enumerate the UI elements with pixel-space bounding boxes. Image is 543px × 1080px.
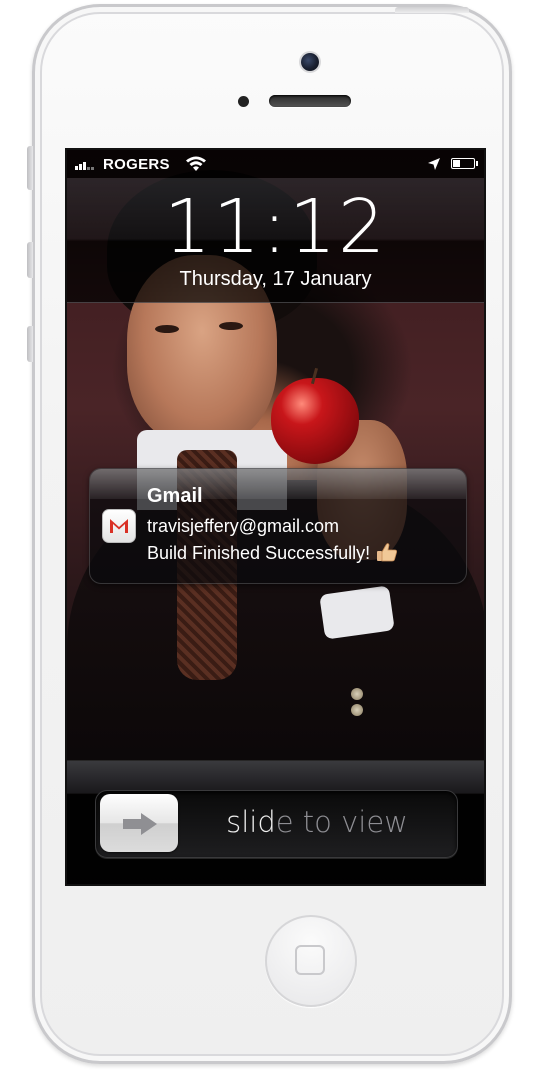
- apple-stem: [310, 367, 319, 385]
- status-bar: ROGERS: [67, 150, 484, 178]
- notification-message: Build Finished Successfully!: [147, 543, 371, 563]
- wallpaper-cuff: [319, 585, 395, 640]
- wallpaper-apple: [271, 367, 359, 464]
- slide-label-rest: e to view: [275, 805, 408, 839]
- notification-banner[interactable]: Gmail travisjeffery@gmail.com Build Fini…: [89, 468, 467, 584]
- carrier-name: ROGERS: [103, 156, 170, 173]
- slide-to-view-label: slide to view: [197, 805, 437, 839]
- clock-band: 11:12 Thursday, 17 January: [67, 178, 484, 303]
- arrow-right-icon: [123, 813, 157, 835]
- lock-screen: ROGERS 11:12 Thursday, 17 January Gmail …: [65, 148, 486, 886]
- volume-up-button[interactable]: [27, 242, 33, 278]
- wallpaper-suit-button: [351, 688, 363, 700]
- gmail-icon: [102, 509, 136, 543]
- lock-clock: 11:12: [163, 184, 388, 270]
- slide-label-highlight: slid: [226, 805, 276, 839]
- location-arrow-icon: [428, 158, 440, 170]
- notification-sender: travisjeffery@gmail.com: [147, 516, 339, 536]
- wallpaper-eye-right: [219, 322, 243, 330]
- home-square-icon: [295, 945, 325, 975]
- notification-message-row: Build Finished Successfully!: [147, 542, 398, 564]
- signal-strength-icon: [75, 158, 94, 170]
- unlock-slider-knob[interactable]: [100, 794, 178, 852]
- battery-icon: [451, 158, 478, 169]
- wifi-icon: [186, 156, 206, 171]
- earpiece-speaker: [269, 95, 351, 107]
- notification-app-name: Gmail: [147, 485, 203, 507]
- thumbs-up-icon: [377, 543, 398, 562]
- wallpaper-eye-left: [155, 325, 179, 333]
- battery-level: [453, 160, 460, 167]
- volume-down-button[interactable]: [27, 326, 33, 362]
- wallpaper-suit-button: [351, 704, 363, 716]
- proximity-sensor: [238, 96, 249, 107]
- mute-switch[interactable]: [27, 146, 33, 190]
- front-camera: [301, 53, 319, 71]
- lock-date: Thursday, 17 January: [179, 268, 372, 290]
- sleep-wake-button[interactable]: [395, 7, 469, 13]
- home-button[interactable]: [265, 915, 357, 1007]
